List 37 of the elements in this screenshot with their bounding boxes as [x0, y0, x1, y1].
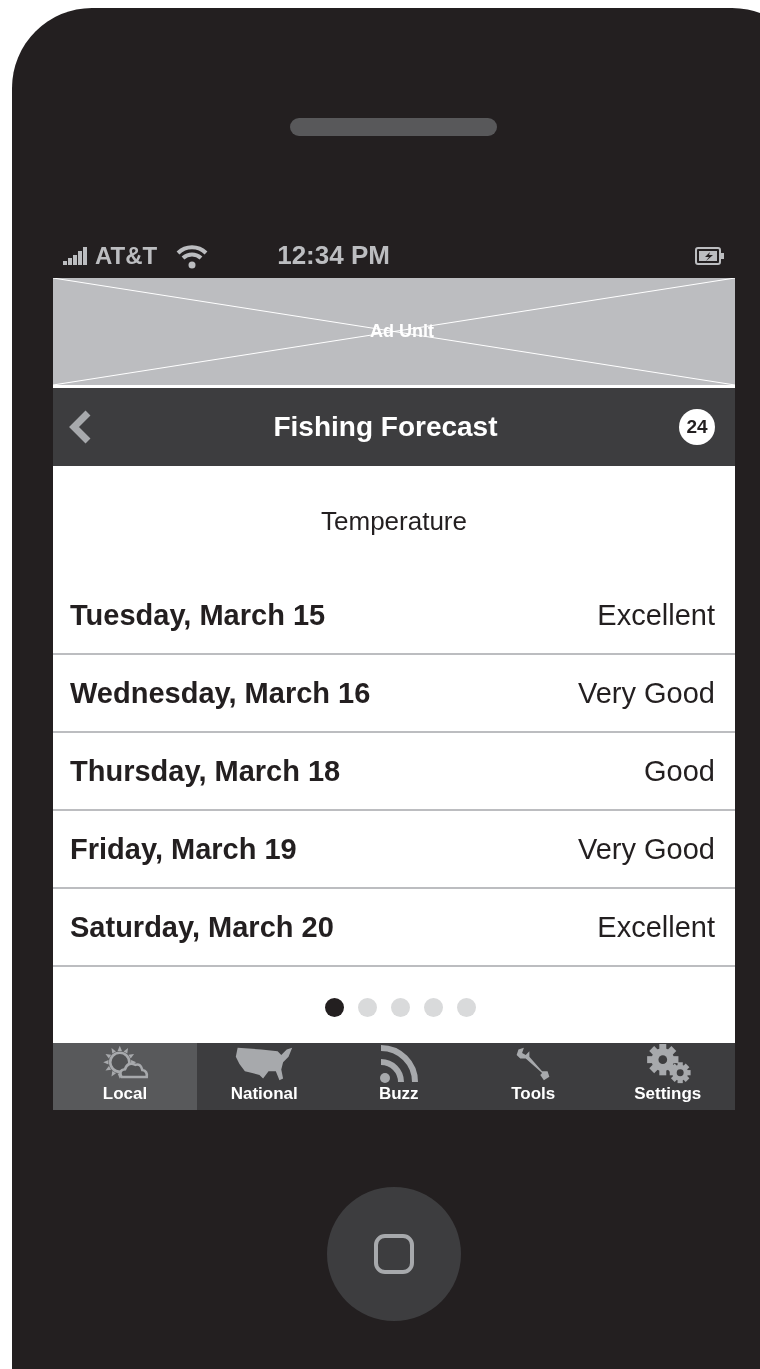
tab-item[interactable]: Settings — [600, 1043, 735, 1110]
page-dot[interactable] — [423, 998, 443, 1017]
forecast-row[interactable]: Wednesday, March 16 Very Good — [53, 655, 735, 733]
tab-item[interactable]: National — [197, 1043, 332, 1110]
page-dot[interactable] — [357, 998, 377, 1017]
signal-icon — [63, 245, 89, 266]
tab-item[interactable]: Buzz — [331, 1043, 466, 1110]
forecast-rating: Very Good — [577, 676, 715, 710]
feed-icon — [378, 1044, 419, 1084]
page-dot[interactable] — [390, 998, 410, 1017]
forecast-date: Wednesday, March 16 — [70, 676, 371, 710]
tab-item[interactable]: Local — [53, 1043, 197, 1110]
screen-title: Fishing Forecast — [272, 411, 499, 443]
forecast-date: Friday, March 19 — [70, 832, 297, 866]
page-dot[interactable] — [456, 998, 476, 1017]
tab-item[interactable]: Tools — [466, 1043, 601, 1110]
carrier-label: AT&T — [95, 241, 158, 270]
battery-icon — [695, 246, 725, 265]
forecast-date: Saturday, March 20 — [70, 910, 334, 944]
forecast-row[interactable]: Tuesday, March 15 Excellent — [53, 577, 735, 655]
clock-time: 12:34 PM — [277, 240, 390, 271]
ad-label: Ad Unit — [370, 321, 434, 342]
forecast-rating: Very Good — [577, 832, 715, 866]
rounded-square-icon — [373, 1233, 415, 1275]
back-chevron-icon[interactable] — [68, 410, 92, 444]
forecast-rating: Excellent — [597, 910, 715, 944]
forecast-row[interactable]: Thursday, March 18 Good — [53, 733, 735, 811]
forecast-rating: Excellent — [597, 598, 715, 632]
forecast-rating: Good — [644, 754, 715, 788]
section-heading: Temperature — [320, 505, 468, 538]
forecast-row[interactable]: Friday, March 19 Very Good — [53, 811, 735, 889]
count-badge: 24 — [679, 409, 715, 445]
forecast-date: Tuesday, March 15 — [70, 598, 326, 632]
forecast-date: Thursday, March 18 — [70, 754, 341, 788]
forecast-row[interactable]: Saturday, March 20 Excellent — [53, 889, 735, 967]
wifi-icon — [175, 242, 210, 269]
page-dot[interactable] — [324, 998, 344, 1017]
